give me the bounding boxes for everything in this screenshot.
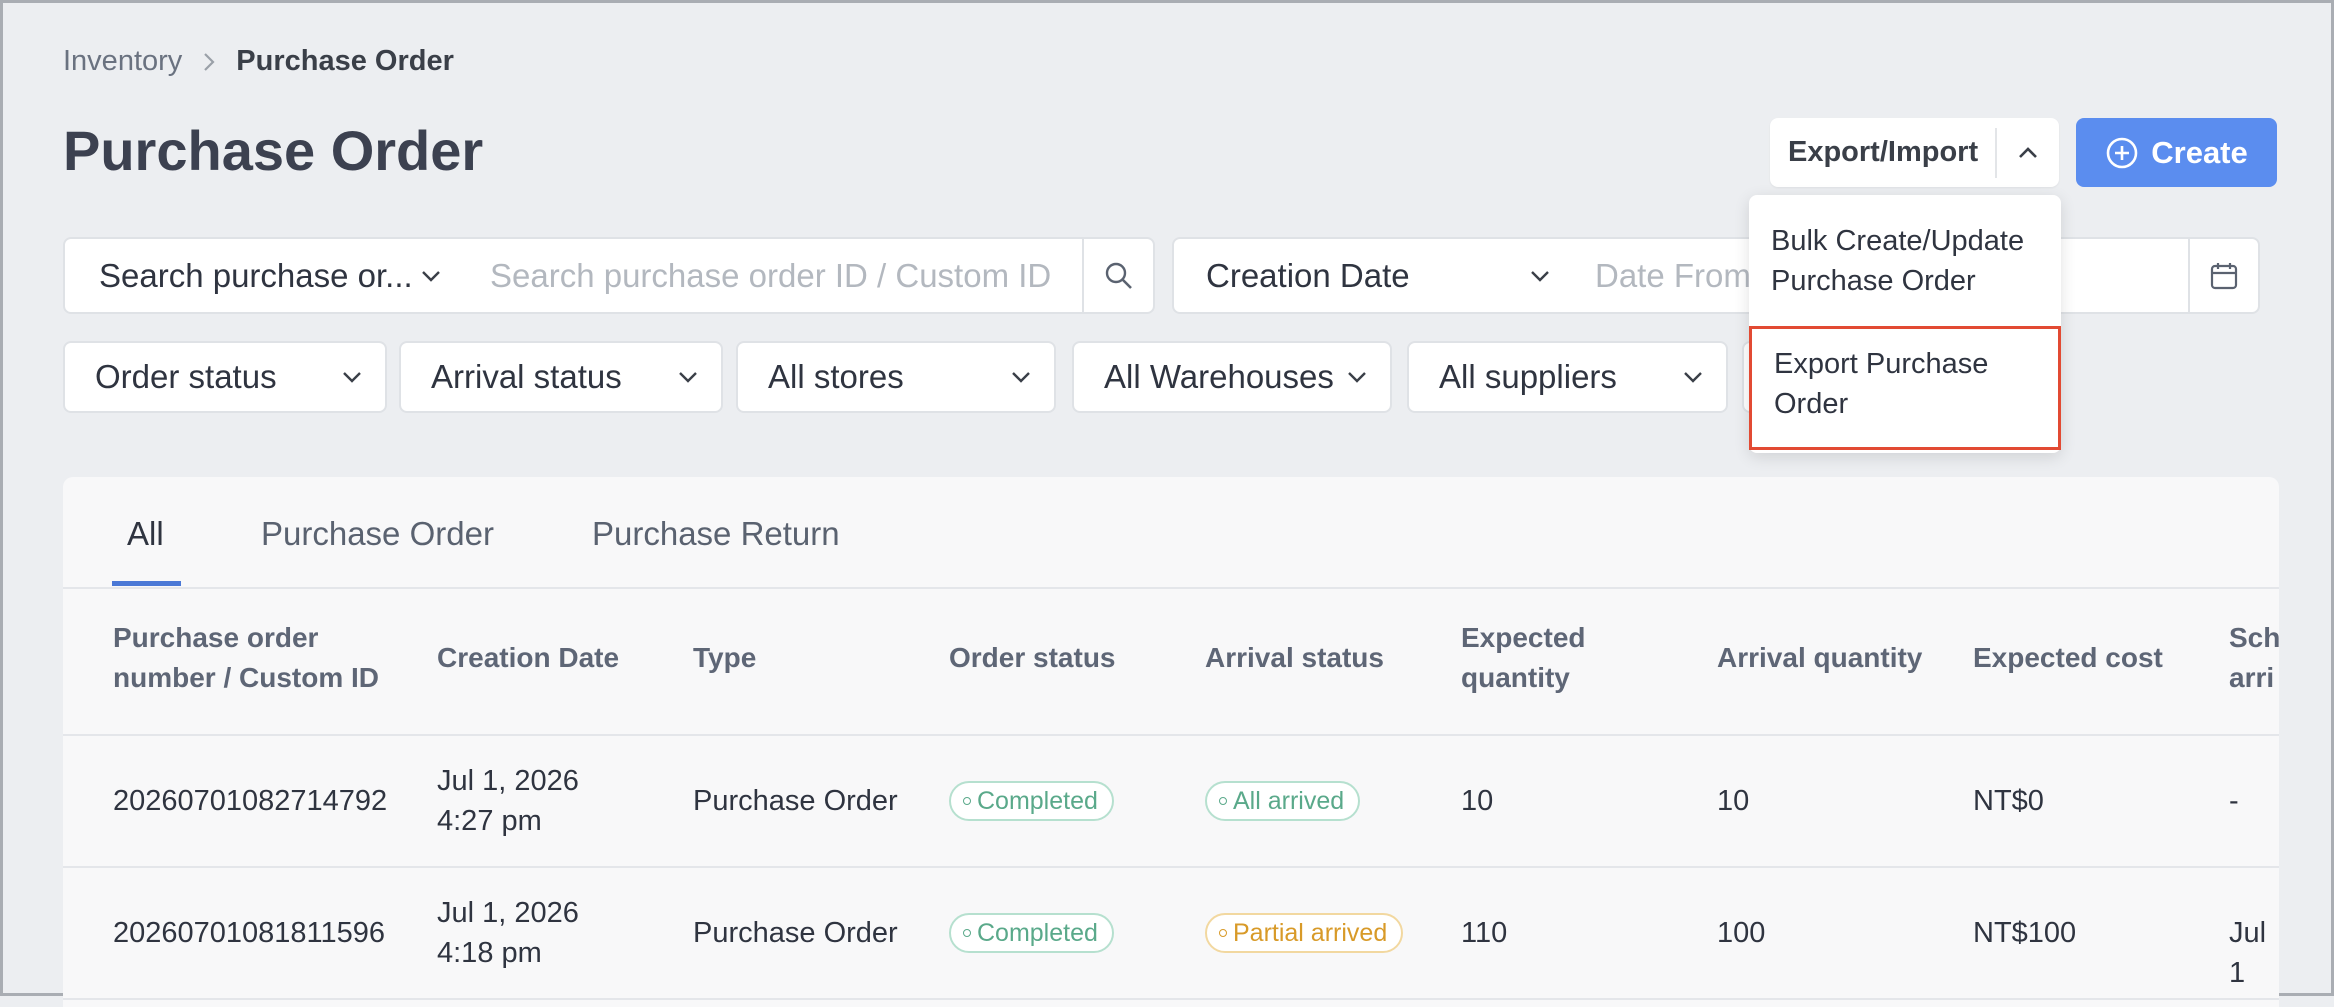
chevron-down-icon: [677, 370, 699, 384]
search-type-value: Search purchase or...: [99, 256, 413, 294]
chevron-down-icon: [1010, 370, 1032, 384]
cell-arrival-quantity: 10: [1717, 785, 1750, 817]
arrival-status-filter[interactable]: Arrival status: [399, 341, 723, 413]
breadcrumb: Inventory Purchase Order: [63, 45, 454, 78]
cell-arrival-quantity: 100: [1717, 917, 1766, 949]
arrival-status-text: All arrived: [1233, 786, 1345, 815]
search-button[interactable]: [1082, 237, 1155, 314]
chevron-down-icon: [1682, 370, 1704, 384]
arrival-status-filter-label: Arrival status: [431, 358, 622, 395]
cell-time: 4:27 pm: [437, 805, 542, 837]
column-header-order-status[interactable]: Order status: [949, 638, 1116, 678]
tab-bar: All Purchase Order Purchase Return: [63, 477, 2279, 589]
order-status-filter-label: Order status: [95, 358, 277, 395]
cell-type: Purchase Order: [693, 785, 898, 817]
table-row[interactable]: 20260701082714792 Jul 1, 2026 4:27 pm Pu…: [63, 735, 2279, 868]
export-import-button-group: Export/Import: [1770, 118, 2059, 187]
column-header-number[interactable]: Purchase order number / Custom ID: [113, 618, 403, 698]
warehouses-filter-label: All Warehouses: [1104, 358, 1334, 395]
cell-scheduled-arrival: Jul 1: [2229, 917, 2267, 989]
breadcrumb-current: Purchase Order: [236, 45, 454, 77]
calendar-button[interactable]: [2188, 237, 2260, 314]
column-header-type[interactable]: Type: [693, 638, 756, 678]
chevron-right-icon: [202, 51, 216, 73]
purchase-order-panel: All Purchase Order Purchase Return Purch…: [63, 477, 2279, 1007]
cell-expected-cost: NT$0: [1973, 785, 2044, 817]
order-status-filter[interactable]: Order status: [63, 341, 387, 413]
column-header-arrival-status[interactable]: Arrival status: [1205, 638, 1384, 678]
cell-date: Jul 1, 2026: [437, 765, 579, 797]
chevron-down-icon: [420, 269, 442, 283]
calendar-icon: [2210, 262, 2238, 289]
cell-number: 20260701082714792: [113, 785, 388, 817]
arrival-status-badge: All arrived: [1205, 781, 1361, 821]
chevron-down-icon: [1346, 370, 1368, 384]
search-input[interactable]: Search purchase order ID / Custom ID: [466, 237, 1084, 314]
warehouses-filter[interactable]: All Warehouses: [1072, 341, 1392, 413]
order-status-badge: Completed: [949, 781, 1114, 821]
order-status-text: Completed: [977, 786, 1098, 815]
search-type-select[interactable]: Search purchase or...: [63, 237, 468, 314]
column-header-arrival-quantity[interactable]: Arrival quantity: [1717, 638, 1922, 678]
export-import-button[interactable]: Export/Import: [1770, 136, 1995, 169]
column-header-expected-quantity[interactable]: Expected quantity: [1461, 618, 1641, 698]
search-input-placeholder: Search purchase order ID / Custom ID: [490, 256, 1052, 294]
tab-purchase-return[interactable]: Purchase Return: [592, 515, 840, 553]
column-header-creation-date[interactable]: Creation Date: [437, 638, 619, 678]
table-row[interactable]: 20260701081811596 Jul 1, 2026 4:18 pm Pu…: [63, 867, 2279, 1000]
column-header-expected-cost[interactable]: Expected cost: [1973, 638, 2163, 678]
table-header: Purchase order number / Custom ID Creati…: [63, 588, 2279, 736]
chevron-down-icon: [1529, 269, 1551, 283]
cell-scheduled-arrival: -: [2229, 785, 2239, 817]
stores-filter[interactable]: All stores: [736, 341, 1056, 413]
menu-item-bulk-create-update[interactable]: Bulk Create/Update Purchase Order: [1749, 221, 2061, 301]
column-header-scheduled-arrival[interactable]: Sch arri: [2229, 618, 2279, 698]
chevron-up-icon[interactable]: [1997, 146, 2059, 160]
cell-type: Purchase Order: [693, 917, 898, 949]
stores-filter-label: All stores: [768, 358, 904, 395]
suppliers-filter[interactable]: All suppliers: [1407, 341, 1728, 413]
tab-purchase-order[interactable]: Purchase Order: [261, 515, 494, 553]
menu-item-export-purchase-order[interactable]: Export Purchase Order: [1749, 326, 2061, 450]
arrival-status-badge: Partial arrived: [1205, 913, 1404, 953]
date-type-value: Creation Date: [1206, 256, 1410, 294]
page-title: Purchase Order: [63, 119, 484, 182]
order-status-badge: Completed: [949, 913, 1114, 953]
chevron-down-icon: [341, 370, 363, 384]
date-from-placeholder: Date From: [1595, 256, 1751, 294]
date-type-select[interactable]: Creation Date: [1172, 237, 1573, 314]
plus-circle-icon: [2106, 137, 2138, 168]
export-import-menu: Bulk Create/Update Purchase Order Export…: [1749, 195, 2061, 453]
create-button[interactable]: Create: [2076, 118, 2277, 187]
suppliers-filter-label: All suppliers: [1439, 358, 1617, 395]
search-icon: [1105, 262, 1132, 289]
tab-all[interactable]: All: [127, 515, 164, 553]
cell-number: 20260701081811596: [113, 917, 386, 949]
arrival-status-text: Partial arrived: [1233, 918, 1388, 947]
cell-date: Jul 1, 2026: [437, 897, 579, 929]
order-status-text: Completed: [977, 918, 1098, 947]
breadcrumb-inventory-link[interactable]: Inventory: [63, 45, 182, 78]
cell-expected-cost: NT$100: [1973, 917, 2077, 949]
cell-expected-quantity: 10: [1461, 785, 1494, 817]
active-tab-indicator: [112, 581, 181, 586]
create-button-label: Create: [2151, 134, 2248, 170]
cell-expected-quantity: 110: [1461, 917, 1508, 949]
cell-time: 4:18 pm: [437, 937, 542, 969]
